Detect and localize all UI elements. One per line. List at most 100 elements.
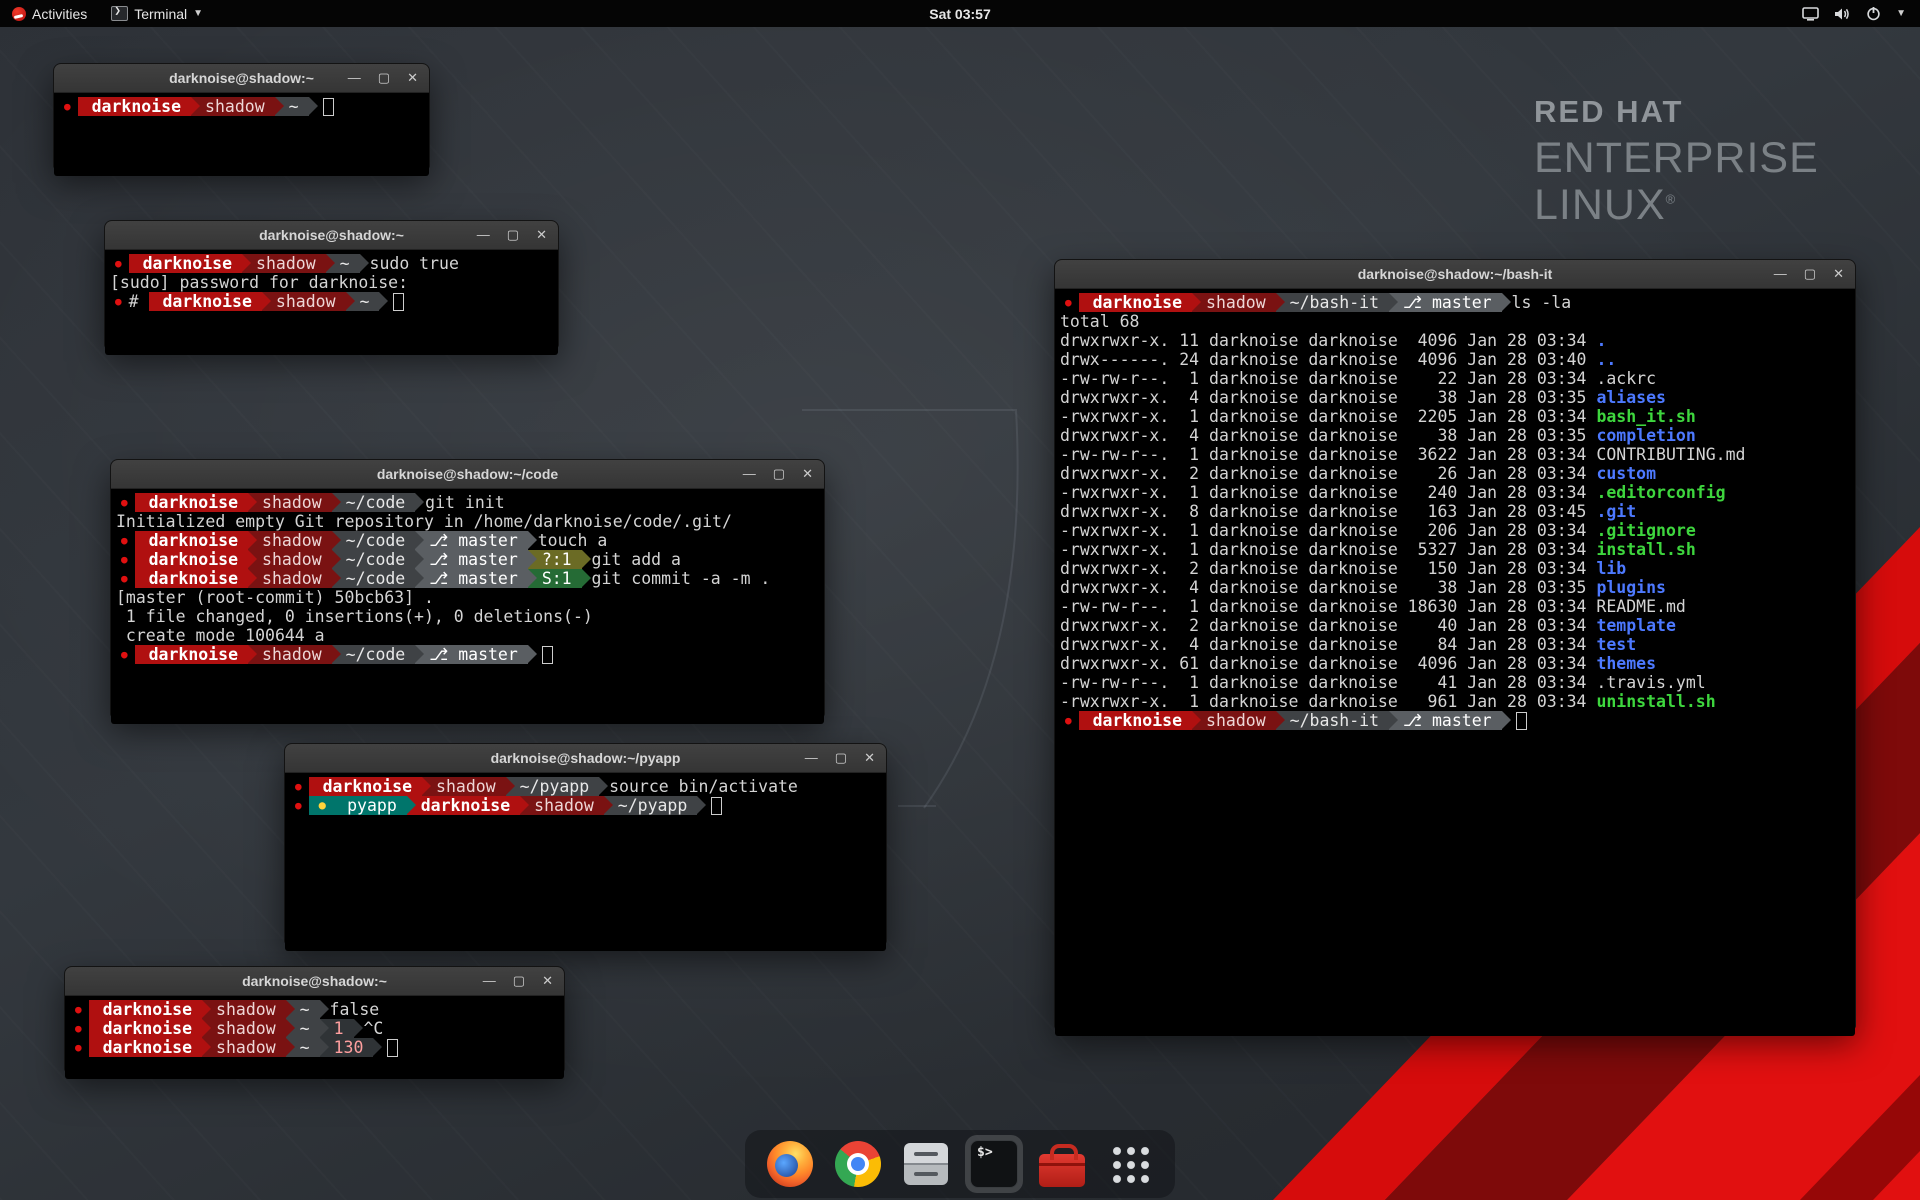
- python-venv-icon: ●: [309, 796, 333, 815]
- terminal-text: source bin/activate: [599, 777, 798, 796]
- close-button[interactable]: ✕: [802, 460, 813, 488]
- terminal-line: drwx------. 24 darknoise darknoise 4096 …: [1060, 350, 1850, 369]
- window-titlebar[interactable]: darknoise@shadow:~ — ▢ ✕: [105, 221, 558, 250]
- terminal-line: ●darknoiseshadow~130: [70, 1038, 559, 1057]
- terminal-text: git init: [415, 493, 504, 512]
- redhat-prompt-icon: ●: [110, 254, 129, 273]
- redhat-prompt-icon: ●: [290, 777, 309, 796]
- redhat-prompt-icon: ●: [59, 97, 78, 116]
- close-button[interactable]: ✕: [1833, 260, 1844, 288]
- terminal-line: ●darknoiseshadow~ sudo true: [110, 254, 553, 273]
- maximize-button[interactable]: ▢: [1804, 260, 1816, 288]
- terminal-output[interactable]: ●darknoiseshadow~: [54, 93, 429, 176]
- terminal-text: -rw-rw-r--. 1 darknoise darknoise 18630 …: [1060, 597, 1686, 616]
- terminal-output[interactable]: ●darknoiseshadow~ sudo true[sudo] passwo…: [105, 250, 558, 355]
- terminal-window-home-2: darknoise@shadow:~ — ▢ ✕ ●darknoiseshado…: [64, 966, 565, 1072]
- terminal-cursor: [542, 646, 553, 664]
- minimize-button[interactable]: —: [743, 460, 756, 488]
- maximize-button[interactable]: ▢: [378, 64, 390, 92]
- dock-item-firefox[interactable]: [761, 1135, 819, 1193]
- clock-button[interactable]: Sat 03:57: [929, 6, 990, 22]
- prompt-host-segment: shadow: [202, 1038, 286, 1057]
- terminal-output[interactable]: ●darknoiseshadow~/code git initInitializ…: [111, 489, 824, 724]
- dock-item-terminal[interactable]: [965, 1135, 1023, 1193]
- terminal-text: touch a: [528, 531, 607, 550]
- close-button[interactable]: ✕: [407, 64, 418, 92]
- close-button[interactable]: ✕: [536, 221, 547, 249]
- redhat-prompt-icon: ●: [116, 531, 135, 550]
- maximize-button[interactable]: ▢: [835, 744, 847, 772]
- directory-name: .git: [1596, 502, 1636, 521]
- power-icon: [1866, 6, 1881, 21]
- terminal-line: drwxrwxr-x. 2 darknoise darknoise 150 Ja…: [1060, 559, 1850, 578]
- window-titlebar[interactable]: darknoise@shadow:~ — ▢ ✕: [54, 64, 429, 93]
- directory-name: custom: [1596, 464, 1656, 483]
- terminal-text: [master (root-commit) 50bcb63] .: [116, 588, 434, 607]
- prompt-host-segment: shadow: [422, 777, 506, 796]
- prompt-path-segment: ~/bash-it: [1276, 293, 1389, 312]
- dock-item-show-applications[interactable]: [1101, 1135, 1159, 1193]
- prompt-path-segment: ~/code: [332, 493, 416, 512]
- redhat-prompt-icon: ●: [110, 292, 129, 311]
- prompt-user-segment: darknoise: [135, 569, 248, 588]
- redhat-prompt-icon: ●: [116, 569, 135, 588]
- terminal-line: -rw-rw-r--. 1 darknoise darknoise 3622 J…: [1060, 445, 1850, 464]
- minimize-button[interactable]: —: [805, 744, 818, 772]
- app-grid-icon: [1110, 1144, 1151, 1185]
- prompt-user-segment: darknoise: [149, 292, 262, 311]
- prompt-user-segment: darknoise: [1079, 711, 1192, 730]
- minimize-button[interactable]: —: [348, 64, 361, 92]
- terminal-text: drwxrwxr-x. 4 darknoise darknoise 84 Jan…: [1060, 635, 1596, 654]
- prompt-host-segment: shadow: [248, 569, 332, 588]
- prompt-user-segment: darknoise: [78, 97, 191, 116]
- dock-item-files[interactable]: [897, 1135, 955, 1193]
- minimize-button[interactable]: —: [483, 967, 496, 995]
- maximize-button[interactable]: ▢: [773, 460, 785, 488]
- terminal-output[interactable]: ●darknoiseshadow~/pyapp source bin/activ…: [285, 773, 886, 951]
- window-titlebar[interactable]: darknoise@shadow:~ — ▢ ✕: [65, 967, 564, 996]
- prompt-path-segment: ~/code: [332, 550, 416, 569]
- minimize-button[interactable]: —: [477, 221, 490, 249]
- terminal-output[interactable]: ●darknoiseshadow~ false●darknoiseshadow~…: [65, 996, 564, 1079]
- toolbox-icon: [1039, 1154, 1085, 1187]
- terminal-text: [sudo] password for darknoise:: [110, 273, 418, 292]
- window-titlebar[interactable]: darknoise@shadow:~/pyapp — ▢ ✕: [285, 744, 886, 773]
- prompt-user-segment: darknoise: [89, 1019, 202, 1038]
- terminal-text: -rwxrwxr-x. 1 darknoise darknoise 206 Ja…: [1060, 521, 1596, 540]
- terminal-line: ●darknoiseshadow~/code⎇ master touch a: [116, 531, 819, 550]
- terminal-line: ●darknoiseshadow~1 ^C: [70, 1019, 559, 1038]
- terminal-text: #: [129, 292, 149, 311]
- prompt-host-segment: shadow: [248, 550, 332, 569]
- redhat-prompt-icon: ●: [70, 1038, 89, 1057]
- dock-item-toolbox[interactable]: [1033, 1135, 1091, 1193]
- activities-button[interactable]: Activities: [0, 0, 99, 27]
- app-menu-button[interactable]: Terminal ▼: [99, 0, 215, 27]
- minimize-button[interactable]: —: [1774, 260, 1787, 288]
- window-titlebar[interactable]: darknoise@shadow:~/bash-it — ▢ ✕: [1055, 260, 1855, 289]
- redhat-prompt-icon: ●: [290, 796, 309, 815]
- close-button[interactable]: ✕: [542, 967, 553, 995]
- window-titlebar[interactable]: darknoise@shadow:~/code — ▢ ✕: [111, 460, 824, 489]
- prompt-path-segment: ~/pyapp: [506, 777, 600, 796]
- terminal-text: drwxrwxr-x. 61 darknoise darknoise 4096 …: [1060, 654, 1596, 673]
- directory-name: test: [1596, 635, 1636, 654]
- terminal-text: create mode 100644 a: [116, 626, 325, 645]
- terminal-text: total 68: [1060, 312, 1139, 331]
- prompt-git-branch-segment: ⎇ master: [1389, 293, 1502, 312]
- terminal-text: drwxrwxr-x. 4 darknoise darknoise 38 Jan…: [1060, 388, 1596, 407]
- maximize-button[interactable]: ▢: [513, 967, 525, 995]
- redhat-prompt-icon: ●: [70, 1000, 89, 1019]
- terminal-app-icon: [111, 6, 128, 21]
- system-status-area[interactable]: ▼: [1802, 0, 1920, 27]
- terminal-window-bash-it: darknoise@shadow:~/bash-it — ▢ ✕ ●darkno…: [1054, 259, 1856, 1029]
- terminal-line: ●darknoiseshadow~ false: [70, 1000, 559, 1019]
- brand-red-hat: RED HAT: [1534, 96, 1819, 127]
- dock-item-chrome[interactable]: [829, 1135, 887, 1193]
- prompt-git-branch-segment: ⎇ master: [415, 550, 528, 569]
- terminal-output[interactable]: ●darknoiseshadow~/bash-it⎇ master ls -la…: [1055, 289, 1855, 1036]
- terminal-line: drwxrwxr-x. 4 darknoise darknoise 38 Jan…: [1060, 426, 1850, 445]
- executable-name: uninstall.sh: [1596, 692, 1715, 711]
- maximize-button[interactable]: ▢: [507, 221, 519, 249]
- close-button[interactable]: ✕: [864, 744, 875, 772]
- directory-name: template: [1596, 616, 1675, 635]
